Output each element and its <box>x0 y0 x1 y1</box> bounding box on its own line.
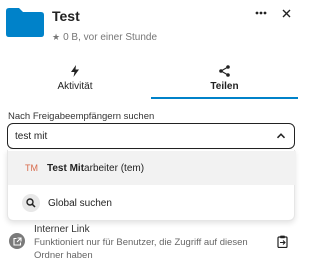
file-meta-text: 0 B, vor einer Stunde <box>63 32 158 43</box>
result-user-match: Test Mit <box>47 162 85 174</box>
external-link-icon <box>12 236 22 246</box>
share-icon <box>219 65 230 77</box>
close-button[interactable] <box>277 4 295 22</box>
clipboard-icon <box>276 235 288 248</box>
folder-icon <box>6 8 44 37</box>
search-icon <box>26 198 36 208</box>
tab-share[interactable]: Teilen <box>151 60 298 98</box>
chevron-up-icon[interactable] <box>276 131 286 141</box>
active-tab-indicator <box>151 97 298 99</box>
internal-link-title: Interner Link <box>34 224 90 235</box>
tab-share-label: Teilen <box>210 81 239 92</box>
tab-activity[interactable]: Aktivität <box>0 60 150 98</box>
avatar: TM <box>25 163 38 173</box>
file-meta: ★ 0 B, vor einer Stunde <box>52 32 157 43</box>
internal-link-icon <box>9 233 25 249</box>
sharee-search-input[interactable] <box>15 130 255 142</box>
result-user-rest: arbeiter (tem) <box>84 162 145 174</box>
internal-link-description: Funktioniert nur für Benutzer, die Zugri… <box>34 237 248 261</box>
search-results-dropdown: TM Test Mitarbeiter (tem) Global suchen <box>7 150 296 221</box>
global-search-option[interactable]: Global suchen <box>8 186 296 220</box>
close-icon <box>282 9 290 17</box>
result-user-label: Test Mitarbeiter (tem) <box>47 163 144 174</box>
file-title: Test <box>52 8 80 24</box>
global-search-icon-circle <box>22 194 40 212</box>
global-search-label: Global suchen <box>48 197 112 209</box>
more-icon <box>255 11 267 15</box>
lightning-icon <box>71 65 79 77</box>
more-actions-button[interactable] <box>252 4 270 22</box>
star-icon[interactable]: ★ <box>52 32 60 43</box>
search-label: Nach Freigabeempfängern suchen <box>8 111 155 122</box>
copy-link-button[interactable] <box>275 234 289 248</box>
search-box[interactable] <box>7 123 295 149</box>
tab-activity-label: Aktivität <box>57 81 93 92</box>
sidebar-tabs: Aktivität Teilen <box>0 60 300 98</box>
result-user-option[interactable]: TM Test Mitarbeiter (tem) <box>8 151 296 185</box>
